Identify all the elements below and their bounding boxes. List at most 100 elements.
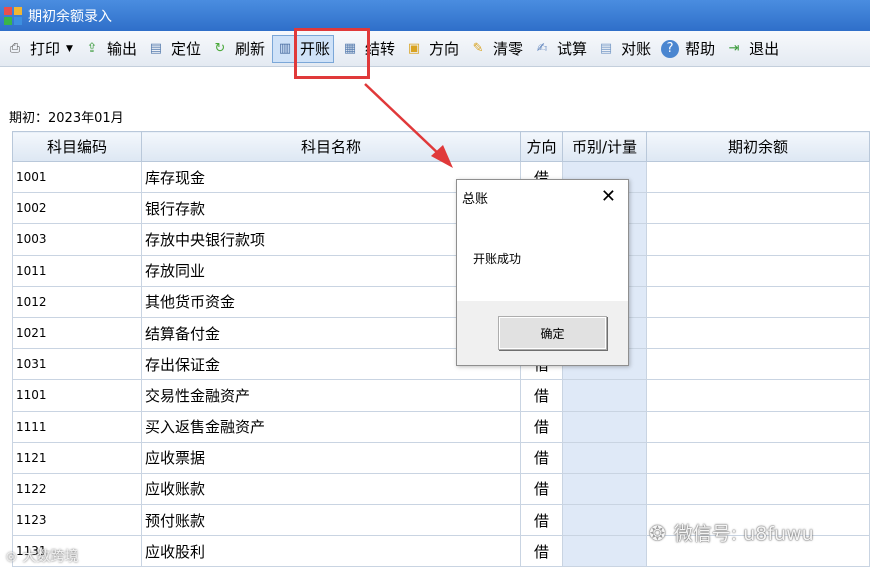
cell-currency[interactable] xyxy=(562,472,647,506)
help-button[interactable]: ? 帮助 xyxy=(658,35,718,63)
table-body: 1001库存现金借1002银行存款借1003存放中央银行款项借1011存放同业借… xyxy=(12,160,870,568)
cell-direction[interactable]: 借 xyxy=(520,472,563,506)
print-button[interactable]: ⎙ 打印 ▼ xyxy=(3,35,76,63)
window-title: 期初余额录入 xyxy=(28,8,112,25)
watermark-left: ◎ 大数跨境 xyxy=(6,546,78,566)
table-row[interactable]: 1031存出保证金借 xyxy=(12,348,870,381)
cell-code[interactable]: 1031 xyxy=(12,348,142,381)
cell-code[interactable]: 1001 xyxy=(12,160,142,194)
cell-direction[interactable]: 借 xyxy=(520,504,563,537)
exit-button[interactable]: ⇥ 退出 xyxy=(722,35,782,63)
cell-direction[interactable]: 借 xyxy=(520,535,563,568)
cell-balance[interactable] xyxy=(646,223,870,256)
watermark-logo-icon: ◎ xyxy=(6,549,17,563)
cell-code[interactable]: 1003 xyxy=(12,223,142,256)
clear-label: 清零 xyxy=(493,40,524,58)
cell-balance[interactable] xyxy=(646,441,870,474)
cell-code[interactable]: 1011 xyxy=(12,254,142,287)
table-row[interactable]: 1001 库存现金借 xyxy=(12,160,870,194)
direction-icon: ▣ xyxy=(407,41,421,56)
header-direction[interactable]: 方向 xyxy=(520,131,563,162)
cell-currency[interactable] xyxy=(562,410,647,443)
table-row[interactable]: 1002银行存款借 xyxy=(12,192,870,225)
table-row[interactable]: 1012其他货币资金借 xyxy=(12,285,870,318)
header-code[interactable]: 科目编码 xyxy=(12,131,142,162)
ok-button[interactable]: 确定 xyxy=(498,316,607,350)
cell-name[interactable]: 买入返售金融资产 xyxy=(141,410,521,443)
cell-balance[interactable] xyxy=(646,316,870,350)
reconcile-icon: ▤ xyxy=(599,41,613,56)
trial-balance-label: 试算 xyxy=(557,40,588,58)
cell-currency[interactable] xyxy=(562,504,647,537)
cell-direction[interactable]: 借 xyxy=(520,410,563,443)
cell-balance[interactable] xyxy=(646,285,870,318)
table-row[interactable]: 1111 买入返售金融资产借 xyxy=(12,410,870,443)
cell-balance[interactable] xyxy=(646,254,870,287)
dialog-message: 开账成功 xyxy=(473,252,522,266)
cell-currency[interactable] xyxy=(562,441,647,474)
dialog-title: 总账 xyxy=(462,191,489,207)
cell-name[interactable]: 应收票据 xyxy=(141,441,521,474)
direction-button[interactable]: ▣ 方向 xyxy=(402,35,462,63)
app-icon xyxy=(4,6,22,25)
refresh-button[interactable]: ↻ 刷新 xyxy=(208,35,268,63)
title-bar: 期初余额录入 xyxy=(0,0,870,31)
reconcile-button[interactable]: ▤ 对账 xyxy=(594,35,654,63)
table-row[interactable]: 1121 应收票据借 xyxy=(12,441,870,474)
cell-balance[interactable] xyxy=(646,348,870,381)
cell-direction[interactable]: 借 xyxy=(520,441,563,474)
locate-label: 定位 xyxy=(170,40,201,58)
locate-icon: ▤ xyxy=(149,41,163,56)
cell-name[interactable]: 交易性金融资产 xyxy=(141,379,521,412)
cell-code[interactable]: 1101 xyxy=(12,379,142,412)
header-name[interactable]: 科目名称 xyxy=(141,131,521,162)
trial-balance-icon: ✍ xyxy=(536,41,548,56)
close-icon[interactable]: ✕ xyxy=(601,188,616,206)
export-button[interactable]: ⇪ 输出 xyxy=(80,35,140,63)
table-row[interactable]: 1021结算备付金借 xyxy=(12,316,870,350)
locate-button[interactable]: ▤ 定位 xyxy=(144,35,204,63)
cell-code[interactable]: 1123 xyxy=(12,504,142,537)
cell-balance[interactable] xyxy=(646,160,870,194)
cell-direction[interactable]: 借 xyxy=(520,379,563,412)
cell-code[interactable]: 1012 xyxy=(12,285,142,318)
header-balance[interactable]: 期初余额 xyxy=(646,131,870,162)
cell-code[interactable]: 1121 xyxy=(12,441,142,474)
trial-balance-button[interactable]: ✍ 试算 xyxy=(530,35,590,63)
toolbar: ⎙ 打印 ▼ ⇪ 输出 ▤ 定位 ↻ 刷新 ▥ 开账 ▦ 结转 ▣ 方向 ✎ 清… xyxy=(0,31,870,67)
dialog-footer: 确定 xyxy=(457,301,628,365)
clear-button[interactable]: ✎ 清零 xyxy=(466,35,526,63)
chevron-down-icon[interactable]: ▼ xyxy=(66,44,73,54)
cell-code[interactable]: 1111 xyxy=(12,410,142,443)
exit-label: 退出 xyxy=(749,40,780,58)
help-icon: ? xyxy=(661,39,680,58)
message-dialog: 总账 ✕ 开账成功 确定 xyxy=(456,179,629,366)
exit-icon: ⇥ xyxy=(728,41,740,56)
export-icon: ⇪ xyxy=(86,41,98,56)
cell-currency[interactable] xyxy=(562,379,647,412)
export-label: 输出 xyxy=(106,40,137,58)
refresh-icon: ↻ xyxy=(214,41,226,56)
reconcile-label: 对账 xyxy=(621,40,652,58)
cell-balance[interactable] xyxy=(646,379,870,412)
cell-name[interactable]: 预付账款 xyxy=(141,504,521,537)
table-row[interactable]: 1122 应收账款借 xyxy=(12,472,870,506)
help-label: 帮助 xyxy=(685,40,716,58)
cell-name[interactable]: 应收股利 xyxy=(141,535,521,568)
table-row[interactable]: 1011存放同业借 xyxy=(12,254,870,287)
cell-code[interactable]: 1122 xyxy=(12,472,142,506)
watermark-left-text: 大数跨境 xyxy=(22,549,79,565)
print-label: 打印 xyxy=(30,40,61,58)
cell-code[interactable]: 1021 xyxy=(12,316,142,350)
cell-code[interactable]: 1002 xyxy=(12,192,142,225)
cell-name[interactable]: 应收账款 xyxy=(141,472,521,506)
header-currency[interactable]: 币别/计量 xyxy=(562,131,647,162)
cell-currency[interactable] xyxy=(562,535,647,568)
cell-balance[interactable] xyxy=(646,192,870,225)
wechat-icon: ❂ xyxy=(649,520,666,545)
cell-balance[interactable] xyxy=(646,410,870,443)
watermark-right-text: 微信号: u8fuwu xyxy=(673,523,814,545)
table-row[interactable]: 1101 交易性金融资产借 xyxy=(12,379,870,412)
cell-balance[interactable] xyxy=(646,472,870,506)
table-row[interactable]: 1003存放中央银行款项借 xyxy=(12,223,870,256)
